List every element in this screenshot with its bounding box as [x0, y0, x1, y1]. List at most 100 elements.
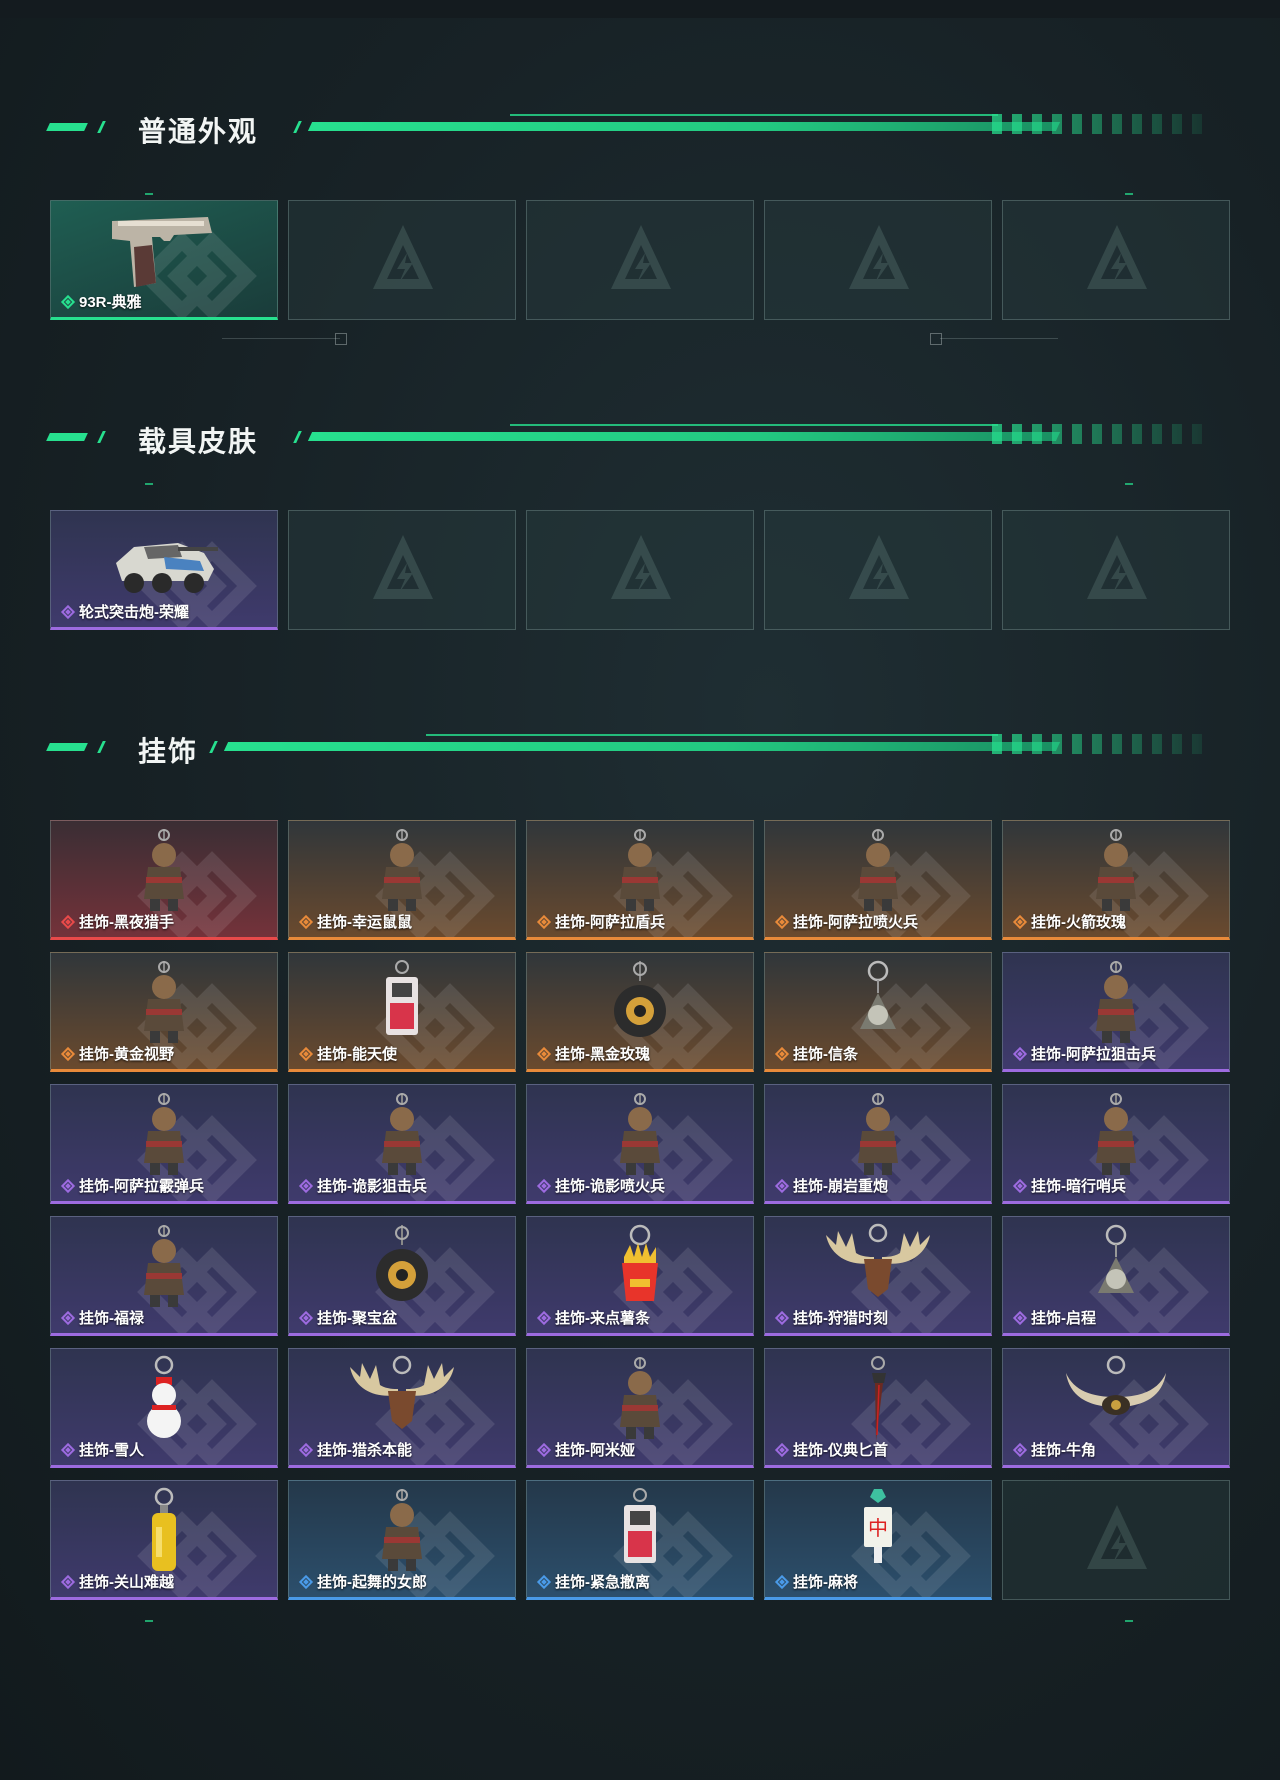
item-card[interactable]: 挂饰-信条 [764, 952, 992, 1072]
item-name: 挂饰-聚宝盆 [317, 1310, 397, 1327]
section-title: 挂饰 [138, 736, 199, 767]
empty-slot [1002, 1480, 1230, 1600]
empty-slot [764, 200, 992, 320]
antler-charm-icon [826, 1223, 930, 1297]
pistol-icon [112, 217, 212, 287]
divider-left [222, 338, 340, 339]
dagger-charm-icon [871, 1356, 886, 1441]
figure-charm-icon [620, 1093, 660, 1175]
header-bar [223, 742, 1061, 751]
rarity-diamond-icon [1013, 1443, 1027, 1457]
frame-mark [145, 483, 153, 485]
bottle-charm-icon [152, 1487, 176, 1571]
rarity-diamond-icon [61, 1443, 75, 1457]
item-card[interactable]: 挂饰-起舞的女郎 [288, 1480, 516, 1600]
divider-right [940, 338, 1058, 339]
header-tick [46, 433, 88, 441]
item-card[interactable]: 挂饰-阿米娅 [526, 1348, 754, 1468]
item-card[interactable]: 挂饰-阿萨拉狙击兵 [1002, 952, 1230, 1072]
figure-charm-icon [144, 829, 184, 911]
item-card[interactable]: 挂饰-仪典匕首 [764, 1348, 992, 1468]
item-card[interactable]: 挂饰-阿萨拉喷火兵 [764, 820, 992, 940]
item-name: 挂饰-崩岩重炮 [793, 1178, 888, 1195]
item-name: 挂饰-仪典匕首 [793, 1442, 888, 1459]
logo-icon [611, 225, 671, 289]
item-label: 挂饰-阿米娅 [537, 1439, 635, 1460]
item-card[interactable]: 轮式突击炮-荣耀 [50, 510, 278, 630]
header-tick [97, 741, 106, 753]
header-tick [46, 123, 88, 131]
item-card[interactable]: 挂饰-猎杀本能 [288, 1348, 516, 1468]
item-label: 挂饰-诡影喷火兵 [537, 1175, 665, 1196]
item-card[interactable]: 挂饰-福禄 [50, 1216, 278, 1336]
item-card[interactable]: 挂饰-牛角 [1002, 1348, 1230, 1468]
logo-icon [1087, 1505, 1147, 1569]
rarity-diamond-icon [775, 1443, 789, 1457]
antler-charm-icon [350, 1355, 454, 1429]
snowman-charm-icon [147, 1355, 181, 1438]
rarity-diamond-icon [775, 1311, 789, 1325]
figure-charm-icon [1096, 829, 1136, 911]
ring-charm-icon [1098, 1224, 1134, 1293]
header-checker [992, 424, 1202, 444]
figure-charm-icon [144, 961, 184, 1043]
item-card[interactable]: 挂饰-关山难越 [50, 1480, 278, 1600]
item-card[interactable]: 挂饰-雪人 [50, 1348, 278, 1468]
item-card[interactable]: 挂饰-崩岩重炮 [764, 1084, 992, 1204]
item-grid: 轮式突击炮-荣耀 [50, 510, 1230, 630]
figure-charm-icon [382, 1489, 422, 1571]
item-name: 挂饰-暗行哨兵 [1031, 1178, 1126, 1195]
item-name: 挂饰-阿萨拉盾兵 [555, 914, 665, 931]
item-name: 挂饰-诡影狙击兵 [317, 1178, 427, 1195]
item-label: 挂饰-牛角 [1013, 1439, 1096, 1460]
item-label: 93R-典雅 [61, 291, 142, 312]
round-charm-icon [614, 961, 666, 1037]
item-label: 挂饰-来点薯条 [537, 1307, 650, 1328]
item-name: 挂饰-雪人 [79, 1442, 144, 1459]
item-label: 挂饰-关山难越 [61, 1571, 174, 1592]
item-card[interactable]: 挂饰-诡影狙击兵 [288, 1084, 516, 1204]
item-card[interactable]: 挂饰-火箭玫瑰 [1002, 820, 1230, 940]
item-card[interactable]: 挂饰-黑金玫瑰 [526, 952, 754, 1072]
item-card[interactable]: 挂饰-狩猎时刻 [764, 1216, 992, 1336]
card-charm-icon [386, 960, 418, 1035]
header-checker [992, 114, 1202, 134]
item-name: 挂饰-黑金玫瑰 [555, 1046, 650, 1063]
empty-slot [1002, 510, 1230, 630]
rarity-diamond-icon [1013, 1047, 1027, 1061]
item-name: 93R-典雅 [79, 294, 142, 311]
logo-icon [373, 535, 433, 599]
item-card[interactable]: 挂饰-启程 [1002, 1216, 1230, 1336]
item-label: 挂饰-猎杀本能 [299, 1439, 412, 1460]
item-label: 挂饰-启程 [1013, 1307, 1096, 1328]
figure-charm-icon [144, 1093, 184, 1175]
item-card[interactable]: 挂饰-暗行哨兵 [1002, 1084, 1230, 1204]
rarity-diamond-icon [299, 915, 313, 929]
empty-slot [288, 200, 516, 320]
logo-icon [1087, 535, 1147, 599]
item-card[interactable]: 挂饰-黑夜猎手 [50, 820, 278, 940]
item-name: 挂饰-麻将 [793, 1574, 858, 1591]
item-name: 挂饰-阿米娅 [555, 1442, 635, 1459]
header-checker [992, 734, 1202, 754]
item-card[interactable]: 93R-典雅 [50, 200, 278, 320]
rarity-diamond-icon [775, 915, 789, 929]
header-tick [293, 431, 302, 443]
item-card[interactable]: 挂饰-来点薯条 [526, 1216, 754, 1336]
item-card[interactable]: 挂饰-黄金视野 [50, 952, 278, 1072]
item-card[interactable]: 挂饰-幸运鼠鼠 [288, 820, 516, 940]
item-card[interactable]: 挂饰-紧急撤离 [526, 1480, 754, 1600]
section-header: 普通外观 [46, 108, 1232, 148]
item-label: 挂饰-能天使 [299, 1043, 397, 1064]
item-name: 轮式突击炮-荣耀 [79, 604, 189, 621]
item-card[interactable]: 中挂饰-麻将 [764, 1480, 992, 1600]
item-card[interactable]: 挂饰-诡影喷火兵 [526, 1084, 754, 1204]
item-label: 挂饰-黑夜猎手 [61, 911, 174, 932]
item-card[interactable]: 挂饰-聚宝盆 [288, 1216, 516, 1336]
item-card[interactable]: 挂饰-阿萨拉霰弹兵 [50, 1084, 278, 1204]
item-name: 挂饰-狩猎时刻 [793, 1310, 888, 1327]
item-card[interactable]: 挂饰-能天使 [288, 952, 516, 1072]
item-label: 挂饰-信条 [775, 1043, 858, 1064]
item-card[interactable]: 挂饰-阿萨拉盾兵 [526, 820, 754, 940]
rarity-diamond-icon [299, 1047, 313, 1061]
